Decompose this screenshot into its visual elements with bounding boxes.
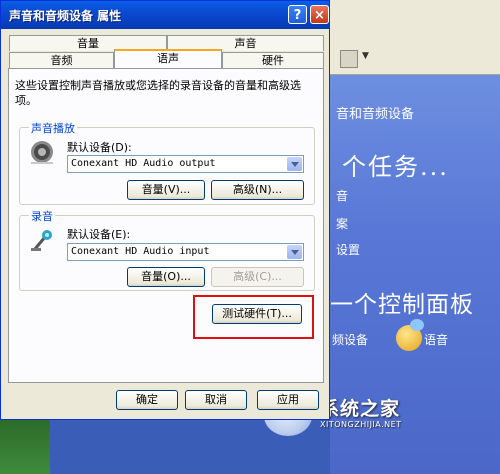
- playback-volume-button[interactable]: 音量(V)...: [127, 180, 205, 200]
- ok-button[interactable]: 确定: [116, 390, 178, 410]
- recording-device-value: Conexant HD Audio input: [71, 246, 210, 257]
- description-text: 这些设置控制声音播放或您选择的录音设备的音量和高级选项。: [15, 79, 301, 107]
- help-button[interactable]: ?: [288, 5, 307, 24]
- microphone-icon: [31, 230, 52, 251]
- recording-group-label: 录音: [29, 208, 55, 224]
- playback-advanced-button[interactable]: 高级(N)...: [211, 180, 304, 200]
- tab-voice[interactable]: 语声: [114, 49, 222, 68]
- tab-hardware[interactable]: 硬件: [222, 52, 324, 68]
- background-menubar: [330, 0, 500, 45]
- recording-default-label: 默认设备(E):: [67, 228, 131, 241]
- control-panel-item-speech[interactable]: 语音: [424, 331, 448, 348]
- background-toolbar: ▼: [330, 44, 500, 75]
- control-panel-item[interactable]: 频设备: [332, 331, 368, 348]
- task-item[interactable]: 音: [336, 187, 348, 204]
- cancel-button[interactable]: 取消: [185, 390, 247, 410]
- watermark-url: XITONGZHIJIA.NET: [320, 420, 402, 429]
- dialog-title: 声音和音频设备 属性: [9, 9, 122, 23]
- task-item[interactable]: 设置: [336, 241, 360, 258]
- close-button[interactable]: ×: [310, 5, 329, 24]
- playback-device-select[interactable]: Conexant HD Audio output: [67, 155, 304, 173]
- chevron-down-icon[interactable]: [287, 245, 302, 259]
- recording-device-select[interactable]: Conexant HD Audio input: [67, 243, 304, 261]
- properties-dialog: 声音和音频设备 属性 ? × 音量 声音 音频 语声 硬件 这些设置控制声音播放…: [0, 0, 330, 420]
- playback-group-label: 声音播放: [29, 120, 77, 136]
- playback-device-value: Conexant HD Audio output: [71, 158, 216, 169]
- chevron-down-icon[interactable]: [287, 157, 302, 171]
- task-heading: 个任务...: [342, 153, 449, 181]
- speech-icon[interactable]: [396, 319, 424, 351]
- control-panel-heading: 一个控制面板: [330, 292, 474, 318]
- recording-volume-button[interactable]: 音量(O)...: [127, 267, 205, 287]
- playback-default-label: 默认设备(D):: [67, 141, 132, 154]
- recording-advanced-button: 高级(C)...: [211, 267, 304, 287]
- desktop-wallpaper: [0, 420, 50, 474]
- task-item[interactable]: 案: [336, 215, 348, 232]
- test-hardware-button[interactable]: 测试硬件(T)...: [212, 304, 302, 324]
- titlebar[interactable]: 声音和音频设备 属性 ? ×: [1, 1, 329, 29]
- category-title: 音和音频设备: [336, 107, 415, 122]
- speaker-icon: [31, 141, 53, 164]
- view-icon[interactable]: [340, 50, 358, 68]
- tab-audio[interactable]: 音频: [9, 52, 114, 68]
- apply-button[interactable]: 应用: [257, 390, 319, 410]
- watermark-title: 系统之家: [320, 398, 401, 420]
- chevron-down-icon[interactable]: ▼: [362, 51, 369, 61]
